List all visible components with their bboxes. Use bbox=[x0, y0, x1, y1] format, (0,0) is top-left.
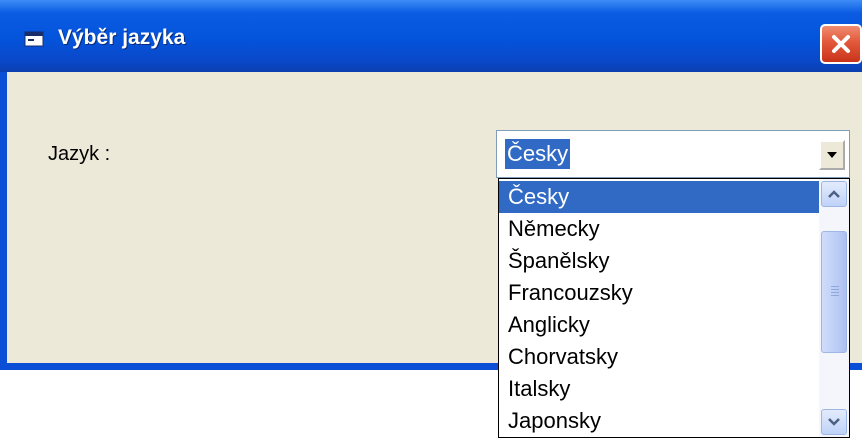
list-item[interactable]: Francouzsky bbox=[499, 277, 819, 309]
list-item[interactable]: Italsky bbox=[499, 373, 819, 405]
list-item[interactable]: Německy bbox=[499, 213, 819, 245]
list-item[interactable]: Anglicky bbox=[499, 309, 819, 341]
window-app-icon[interactable] bbox=[24, 31, 44, 47]
title-bar[interactable]: Výběr jazyka bbox=[0, 0, 862, 72]
scroll-up-button[interactable] bbox=[821, 181, 847, 207]
language-label: Jazyk : bbox=[48, 143, 111, 165]
language-dropdown-list[interactable]: Česky Německy Španělsky Francouzsky Angl… bbox=[498, 178, 850, 438]
combo-dropdown-button[interactable] bbox=[819, 140, 845, 170]
scroll-thumb[interactable] bbox=[821, 231, 847, 353]
combo-selected-value[interactable]: Česky bbox=[505, 139, 571, 169]
chevron-down-icon bbox=[828, 418, 840, 426]
list-item[interactable]: Japonsky bbox=[499, 405, 819, 437]
dropdown-arrow-icon bbox=[827, 152, 837, 158]
list-item[interactable]: Česky bbox=[499, 181, 819, 213]
close-x-icon bbox=[832, 35, 850, 53]
list-item[interactable]: Španělsky bbox=[499, 245, 819, 277]
language-combobox[interactable]: Česky bbox=[496, 130, 850, 178]
chevron-up-icon bbox=[828, 190, 840, 198]
window-title: Výběr jazyka bbox=[58, 26, 186, 49]
list-item[interactable]: Chorvatsky bbox=[499, 341, 819, 373]
scroll-down-button[interactable] bbox=[821, 409, 847, 435]
close-button[interactable] bbox=[820, 24, 862, 64]
vertical-scrollbar[interactable] bbox=[819, 179, 849, 437]
dropdown-items: Česky Německy Španělsky Francouzsky Angl… bbox=[499, 181, 819, 437]
grip-icon bbox=[831, 286, 839, 298]
